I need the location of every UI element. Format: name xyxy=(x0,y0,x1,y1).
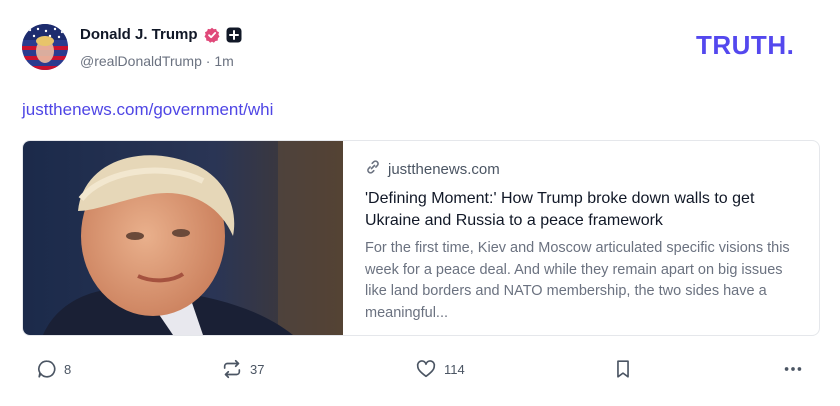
like-button[interactable]: 114 xyxy=(414,358,465,380)
name-row: Donald J. Trump xyxy=(80,26,242,43)
more-dots-icon xyxy=(782,358,804,380)
avatar[interactable] xyxy=(22,24,68,70)
card-body: justthenews.com 'Defining Moment:' How T… xyxy=(365,159,805,324)
card-title: 'Defining Moment:' How Trump broke down … xyxy=(365,190,755,229)
like-count: 114 xyxy=(444,361,465,377)
bookmark-button[interactable] xyxy=(612,358,634,380)
plus-badge-icon xyxy=(226,27,242,43)
link-icon xyxy=(365,159,381,179)
card-description: For the first time, Kiev and Moscow arti… xyxy=(365,240,790,321)
bookmark-icon xyxy=(612,358,634,380)
post-actions: 8 37 114 xyxy=(22,358,808,382)
author-name[interactable]: Donald J. Trump xyxy=(80,26,198,43)
card-domain: justthenews.com xyxy=(388,160,500,178)
reply-count: 8 xyxy=(64,361,72,377)
separator: · xyxy=(205,53,211,69)
handle-row: @realDonaldTrump · 1m xyxy=(80,53,234,69)
truth-logo-text: TRUTH. xyxy=(696,32,794,58)
post-time[interactable]: 1m xyxy=(214,53,233,69)
author-handle[interactable]: @realDonaldTrump xyxy=(80,53,202,69)
card-domain-row: justthenews.com xyxy=(365,159,805,179)
retruth-button[interactable]: 37 xyxy=(220,358,264,380)
link-preview-card[interactable]: justthenews.com 'Defining Moment:' How T… xyxy=(22,140,820,336)
card-image xyxy=(23,141,343,335)
heart-icon xyxy=(414,358,438,380)
post-header: Donald J. Trump @realDonaldTrump · 1m TR… xyxy=(22,24,820,74)
comment-icon xyxy=(36,358,58,380)
post-link[interactable]: justthenews.com/government/whi xyxy=(22,100,273,120)
retruth-icon xyxy=(220,358,244,380)
truth-logo[interactable]: TRUTH. xyxy=(696,30,820,63)
reply-button[interactable]: 8 xyxy=(36,358,71,380)
retruth-count: 37 xyxy=(250,361,265,377)
verified-badge-icon xyxy=(204,27,220,43)
more-button[interactable] xyxy=(782,358,804,380)
